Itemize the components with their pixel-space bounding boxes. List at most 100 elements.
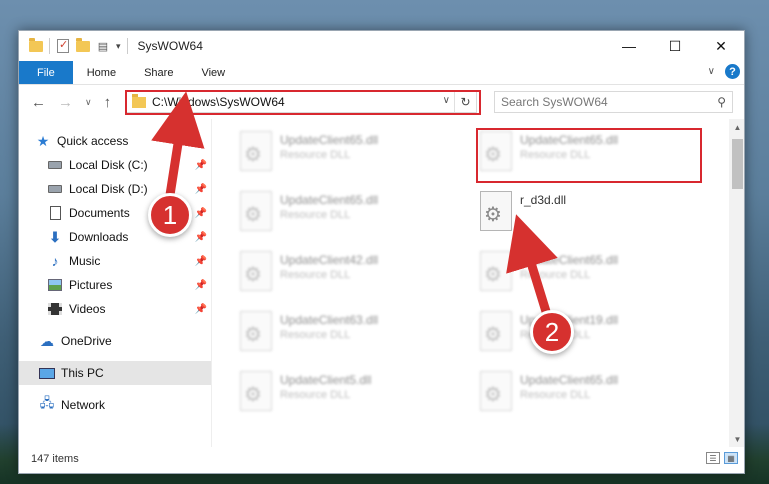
status-bar: 147 items ☰ ▦ — [19, 445, 744, 473]
file-item[interactable]: UpdateClient42.dll Resource DLL — [240, 249, 460, 305]
documents-icon — [47, 205, 63, 221]
sidebar-item-label: Pictures — [69, 278, 113, 292]
sidebar-item-onedrive[interactable]: ☁ OneDrive — [19, 329, 211, 353]
item-count: 147 items — [31, 453, 79, 465]
scroll-thumb[interactable] — [732, 139, 743, 189]
pin-icon[interactable]: 📌 — [195, 160, 207, 171]
file-item[interactable]: UpdateClient63.dll Resource DLL — [240, 309, 460, 365]
file-item-r-d3d[interactable]: r_d3d.dll — [480, 189, 700, 245]
file-name: UpdateClient5.dll — [280, 373, 372, 387]
dll-file-icon — [480, 131, 512, 171]
dll-file-icon — [240, 251, 272, 291]
navigation-bar: ← → ∨ ↑ C:\Windows\SysWOW64 ∨ ↻ Search S… — [19, 85, 744, 119]
back-arrow-icon[interactable]: ← — [31, 94, 46, 111]
sidebar-item-label: Local Disk (C:) — [69, 158, 148, 172]
maximize-button[interactable]: ☐ — [652, 31, 698, 61]
step-2-badge: 2 — [530, 310, 574, 354]
file-type: Resource DLL — [280, 149, 351, 161]
explorer-window: ▤ ▾ SysWOW64 — ☐ ✕ File Home Share View … — [18, 30, 745, 474]
pictures-icon — [47, 277, 63, 293]
file-type: Resource DLL — [280, 269, 351, 281]
file-name: UpdateClient65.dll — [280, 133, 379, 147]
chevron-down-icon[interactable]: ∨ — [443, 95, 450, 106]
tab-view[interactable]: View — [187, 61, 239, 84]
vertical-scrollbar[interactable]: ▲ ▼ — [729, 119, 744, 447]
sidebar-item-network[interactable]: 🖧 Network — [19, 393, 211, 417]
sidebar-item-label: Music — [69, 254, 101, 268]
tab-home[interactable]: Home — [73, 61, 130, 84]
file-item[interactable]: UpdateClient65.dll Resource DLL — [480, 369, 700, 425]
file-name: UpdateClient42.dll — [280, 253, 379, 267]
file-list: UpdateClient65.dll Resource DLL UpdateCli… — [212, 119, 744, 447]
file-type: Resource DLL — [280, 389, 351, 401]
window-title: SysWOW64 — [137, 39, 203, 53]
file-item[interactable]: UpdateClient19.dllResource DLL — [480, 309, 700, 365]
help-icon[interactable]: ? — [725, 64, 740, 79]
file-name: UpdateClient65.dll — [520, 253, 619, 267]
sidebar-item-local-disk-c[interactable]: Local Disk (C:) 📌 — [19, 153, 211, 177]
forward-arrow-icon[interactable]: → — [58, 94, 73, 111]
ribbon-tabs: File Home Share View ∨ ? — [19, 61, 744, 85]
sidebar-item-label: Documents — [69, 206, 130, 220]
pin-icon[interactable]: 📌 — [195, 256, 207, 267]
file-name: UpdateClient65.dll — [520, 133, 619, 147]
file-item[interactable]: UpdateClient65.dll Resource DLL — [240, 189, 460, 245]
sidebar-item-this-pc[interactable]: This PC — [19, 361, 211, 385]
file-item[interactable]: UpdateClient65.dll Resource DLL — [480, 249, 700, 305]
dll-file-icon — [240, 311, 272, 351]
sidebar-item-videos[interactable]: Videos 📌 — [19, 297, 211, 321]
sidebar-item-label: Downloads — [69, 230, 129, 244]
file-item[interactable]: UpdateClient65.dll Resource DLL — [480, 129, 700, 185]
minimize-button[interactable]: — — [606, 31, 652, 61]
folder-icon — [29, 37, 43, 53]
address-bar[interactable]: C:\Windows\SysWOW64 ∨ ↻ — [125, 91, 477, 113]
sidebar-item-label: OneDrive — [61, 334, 112, 348]
sidebar-item-label: Network — [61, 398, 106, 412]
downloads-icon: ⬇ — [49, 228, 61, 245]
folder-icon — [132, 93, 146, 108]
file-name: UpdateClient63.dll — [280, 313, 379, 327]
refresh-icon[interactable]: ↻ — [454, 92, 476, 112]
close-button[interactable]: ✕ — [698, 31, 744, 61]
sidebar-item-label: Local Disk (D:) — [69, 182, 148, 196]
large-icons-view-icon[interactable]: ▦ — [724, 452, 738, 464]
file-type: Resource DLL — [520, 149, 591, 161]
quick-access-toolbar: ▤ ▾ — [19, 37, 128, 54]
search-icon: ⚲ — [717, 95, 726, 109]
tab-file[interactable]: File — [19, 61, 73, 84]
pin-icon[interactable]: 📌 — [195, 184, 207, 195]
details-view-icon[interactable]: ☰ — [706, 452, 720, 464]
dll-file-icon — [240, 371, 272, 411]
scroll-up-icon[interactable]: ▲ — [729, 119, 744, 135]
pin-icon[interactable]: 📌 — [195, 304, 207, 315]
divider — [126, 38, 128, 54]
pin-icon[interactable]: 📌 — [195, 232, 207, 243]
chevron-down-icon[interactable]: ∨ — [708, 66, 715, 77]
tab-share[interactable]: Share — [130, 61, 187, 84]
up-arrow-icon[interactable]: ↑ — [104, 94, 112, 111]
title-bar: ▤ ▾ SysWOW64 — ☐ ✕ — [19, 31, 744, 61]
recent-locations-icon[interactable]: ∨ — [85, 97, 92, 108]
file-item[interactable]: UpdateClient5.dll Resource DLL — [240, 369, 460, 425]
sidebar-item-quick-access[interactable]: ★ Quick access — [19, 129, 211, 153]
file-type: Resource DLL — [520, 389, 591, 401]
star-icon: ★ — [36, 132, 50, 149]
pin-icon[interactable]: 📌 — [195, 208, 207, 219]
sidebar-item-label: Videos — [69, 302, 106, 316]
customize-icon[interactable]: ▤ — [96, 39, 110, 53]
file-name: r_d3d.dll — [520, 193, 567, 207]
properties-icon[interactable] — [56, 38, 70, 53]
sidebar-item-music[interactable]: ♪ Music 📌 — [19, 249, 211, 273]
dll-file-icon — [480, 191, 512, 231]
disk-icon — [47, 157, 63, 173]
chevron-down-icon[interactable]: ▾ — [116, 41, 121, 52]
sidebar-item-pictures[interactable]: Pictures 📌 — [19, 273, 211, 297]
address-path: C:\Windows\SysWOW64 — [152, 95, 285, 109]
search-input[interactable]: Search SysWOW64 ⚲ — [494, 91, 733, 113]
new-folder-icon[interactable] — [76, 37, 90, 53]
pin-icon[interactable]: 📌 — [195, 280, 207, 291]
file-name: UpdateClient65.dll — [520, 373, 619, 387]
file-item[interactable]: UpdateClient65.dll Resource DLL — [240, 129, 460, 185]
dll-file-icon — [480, 311, 512, 351]
navigation-pane: ★ Quick access Local Disk (C:) 📌 Local D… — [19, 119, 212, 447]
